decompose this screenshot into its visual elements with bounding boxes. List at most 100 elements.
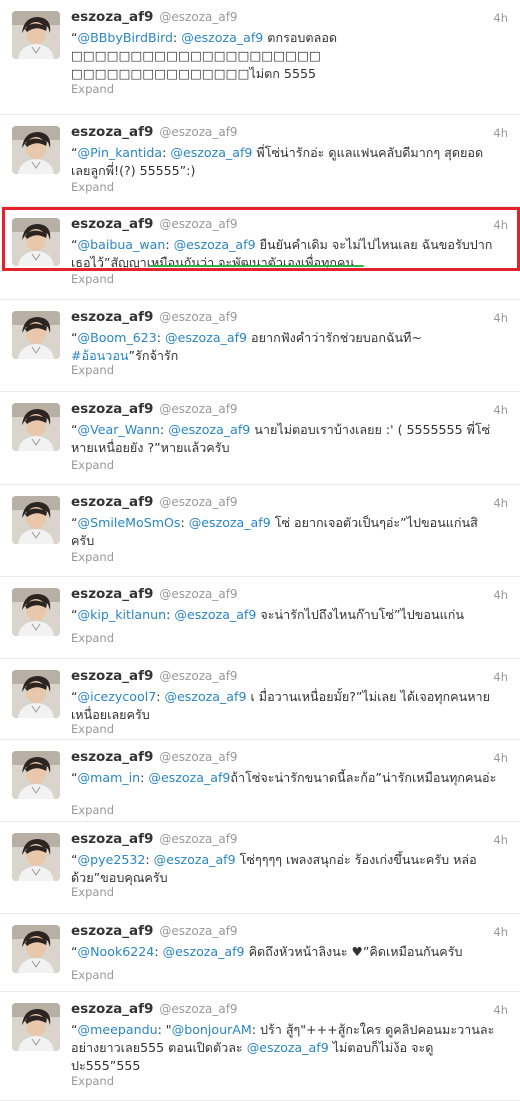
timestamp[interactable]: 4h bbox=[493, 751, 508, 765]
mention-link[interactable]: @mam_in bbox=[78, 770, 141, 785]
mention-link[interactable]: @eszoza_af9 bbox=[154, 852, 236, 867]
avatar[interactable] bbox=[12, 1003, 60, 1051]
mention-link[interactable]: @eszoza_af9 bbox=[168, 422, 250, 437]
username-handle[interactable]: @eszoza_af9 bbox=[159, 750, 237, 764]
expand-link[interactable]: Expand bbox=[71, 272, 114, 286]
username-handle[interactable]: @eszoza_af9 bbox=[159, 125, 237, 139]
timestamp[interactable]: 4h bbox=[493, 11, 508, 25]
avatar[interactable] bbox=[12, 496, 60, 544]
expand-link[interactable]: Expand bbox=[71, 550, 114, 564]
expand-link[interactable]: Expand bbox=[71, 82, 114, 96]
tweet[interactable]: eszoza_af9 @eszoza_af9 4h “@Vear_Wann: @esz… bbox=[0, 392, 520, 485]
tweet[interactable]: eszoza_af9 @eszoza_af9 4h “@kip_kitlanun: @… bbox=[0, 577, 520, 659]
mention-link[interactable]: @eszoza_af9 bbox=[189, 515, 271, 530]
display-name[interactable]: eszoza_af9 bbox=[71, 401, 153, 417]
mention-link[interactable]: @Pin_kantida bbox=[78, 145, 163, 160]
display-name[interactable]: eszoza_af9 bbox=[71, 9, 153, 25]
display-name[interactable]: eszoza_af9 bbox=[71, 124, 153, 140]
display-name[interactable]: eszoza_af9 bbox=[71, 494, 153, 510]
mention-link[interactable]: @baibua_wan bbox=[78, 237, 166, 252]
mention-link[interactable]: @BBbyBirdBird bbox=[78, 30, 174, 45]
timestamp[interactable]: 4h bbox=[493, 126, 508, 140]
display-name[interactable]: eszoza_af9 bbox=[71, 668, 153, 684]
timestamp[interactable]: 4h bbox=[493, 218, 508, 232]
display-name[interactable]: eszoza_af9 bbox=[71, 923, 153, 939]
tweet[interactable]: eszoza_af9 @eszoza_af9 4h “@Nook6224: @eszo… bbox=[0, 914, 520, 992]
avatar[interactable] bbox=[12, 311, 60, 359]
mention-link[interactable]: @eszoza_af9 bbox=[247, 1040, 329, 1055]
username-handle[interactable]: @eszoza_af9 bbox=[159, 924, 237, 938]
tweet[interactable]: eszoza_af9 @eszoza_af9 4h “@BBbyBirdBird: @… bbox=[0, 0, 520, 115]
hashtag-link[interactable]: #อ้อนวอน bbox=[71, 348, 129, 363]
username-handle[interactable]: @eszoza_af9 bbox=[159, 310, 237, 324]
username-handle[interactable]: @eszoza_af9 bbox=[159, 495, 237, 509]
avatar[interactable] bbox=[12, 588, 60, 636]
expand-link[interactable]: Expand bbox=[71, 885, 114, 899]
mention-link[interactable]: @eszoza_af9 bbox=[163, 944, 245, 959]
expand-link[interactable]: Expand bbox=[71, 968, 114, 982]
tweet-header: eszoza_af9 @eszoza_af9 bbox=[71, 494, 238, 510]
display-name[interactable]: eszoza_af9 bbox=[71, 216, 153, 232]
mention-link[interactable]: @kip_kitlanun bbox=[78, 607, 167, 622]
expand-link[interactable]: Expand bbox=[71, 458, 114, 472]
expand-link[interactable]: Expand bbox=[71, 722, 114, 736]
timestamp[interactable]: 4h bbox=[493, 1003, 508, 1017]
mention-link[interactable]: @meepandu bbox=[78, 1022, 158, 1037]
expand-link[interactable]: Expand bbox=[71, 180, 114, 194]
mention-link[interactable]: @SmileMoSmOs bbox=[78, 515, 181, 530]
timestamp[interactable]: 4h bbox=[493, 670, 508, 684]
timestamp[interactable]: 4h bbox=[493, 925, 508, 939]
mention-link[interactable]: @eszoza_af9 bbox=[181, 30, 263, 45]
expand-link[interactable]: Expand bbox=[71, 631, 114, 645]
username-handle[interactable]: @eszoza_af9 bbox=[159, 832, 237, 846]
mention-link[interactable]: @icezycool7 bbox=[78, 689, 157, 704]
avatar[interactable] bbox=[12, 751, 60, 799]
username-handle[interactable]: @eszoza_af9 bbox=[159, 10, 237, 24]
display-name[interactable]: eszoza_af9 bbox=[71, 586, 153, 602]
username-handle[interactable]: @eszoza_af9 bbox=[159, 669, 237, 683]
tweet[interactable]: eszoza_af9 @eszoza_af9 4h “@mam_in: @eszoza… bbox=[0, 740, 520, 822]
tweet[interactable]: eszoza_af9 @eszoza_af9 4h “@SmileMoSmOs: @e… bbox=[0, 485, 520, 577]
avatar[interactable] bbox=[12, 670, 60, 718]
mention-link[interactable]: @eszoza_af9 bbox=[174, 237, 256, 252]
display-name[interactable]: eszoza_af9 bbox=[71, 749, 153, 765]
avatar[interactable] bbox=[12, 218, 60, 266]
tweet[interactable]: eszoza_af9 @eszoza_af9 4h “@baibua_wan: @es… bbox=[0, 207, 520, 300]
display-name[interactable]: eszoza_af9 bbox=[71, 1001, 153, 1017]
mention-link[interactable]: @eszoza_af9 bbox=[148, 770, 230, 785]
timestamp[interactable]: 4h bbox=[493, 403, 508, 417]
avatar[interactable] bbox=[12, 403, 60, 451]
display-name[interactable]: eszoza_af9 bbox=[71, 309, 153, 325]
username-handle[interactable]: @eszoza_af9 bbox=[159, 217, 237, 231]
tweet[interactable]: eszoza_af9 @eszoza_af9 4h “@Boom_623: @eszo… bbox=[0, 300, 520, 392]
mention-link[interactable]: @eszoza_af9 bbox=[165, 330, 247, 345]
timestamp[interactable]: 4h bbox=[493, 496, 508, 510]
expand-link[interactable]: Expand bbox=[71, 1074, 114, 1088]
display-name[interactable]: eszoza_af9 bbox=[71, 831, 153, 847]
timestamp[interactable]: 4h bbox=[493, 833, 508, 847]
tweet[interactable]: eszoza_af9 @eszoza_af9 4h “@Pin_kantida: @e… bbox=[0, 115, 520, 207]
avatar[interactable] bbox=[12, 833, 60, 881]
mention-link[interactable]: @eszoza_af9 bbox=[170, 145, 252, 160]
mention-link[interactable]: @Boom_623 bbox=[78, 330, 157, 345]
mention-link[interactable]: @Vear_Wann bbox=[78, 422, 161, 437]
username-handle[interactable]: @eszoza_af9 bbox=[159, 587, 237, 601]
avatar[interactable] bbox=[12, 925, 60, 973]
mention-link[interactable]: @eszoza_af9 bbox=[174, 607, 256, 622]
timestamp[interactable]: 4h bbox=[493, 588, 508, 602]
avatar[interactable] bbox=[12, 11, 60, 59]
avatar[interactable] bbox=[12, 126, 60, 174]
expand-link[interactable]: Expand bbox=[71, 363, 114, 377]
mention-link[interactable]: @bonjourAM bbox=[172, 1022, 252, 1037]
expand-link[interactable]: Expand bbox=[71, 803, 114, 817]
username-handle[interactable]: @eszoza_af9 bbox=[159, 402, 237, 416]
text-segment: พี่โซ่น่ารักอ่ะ ดูแลแฟนคลับดีมากๆ สุดยอด bbox=[252, 145, 484, 160]
mention-link[interactable]: @Nook6224 bbox=[78, 944, 155, 959]
tweet[interactable]: eszoza_af9 @eszoza_af9 4h “@icezycool7: @es… bbox=[0, 659, 520, 740]
username-handle[interactable]: @eszoza_af9 bbox=[159, 1002, 237, 1016]
mention-link[interactable]: @pye2532 bbox=[78, 852, 146, 867]
mention-link[interactable]: @eszoza_af9 bbox=[164, 689, 246, 704]
tweet[interactable]: eszoza_af9 @eszoza_af9 4h “@meepandu: "@bon… bbox=[0, 992, 520, 1101]
timestamp[interactable]: 4h bbox=[493, 311, 508, 325]
tweet[interactable]: eszoza_af9 @eszoza_af9 4h “@pye2532: @eszoz… bbox=[0, 822, 520, 914]
